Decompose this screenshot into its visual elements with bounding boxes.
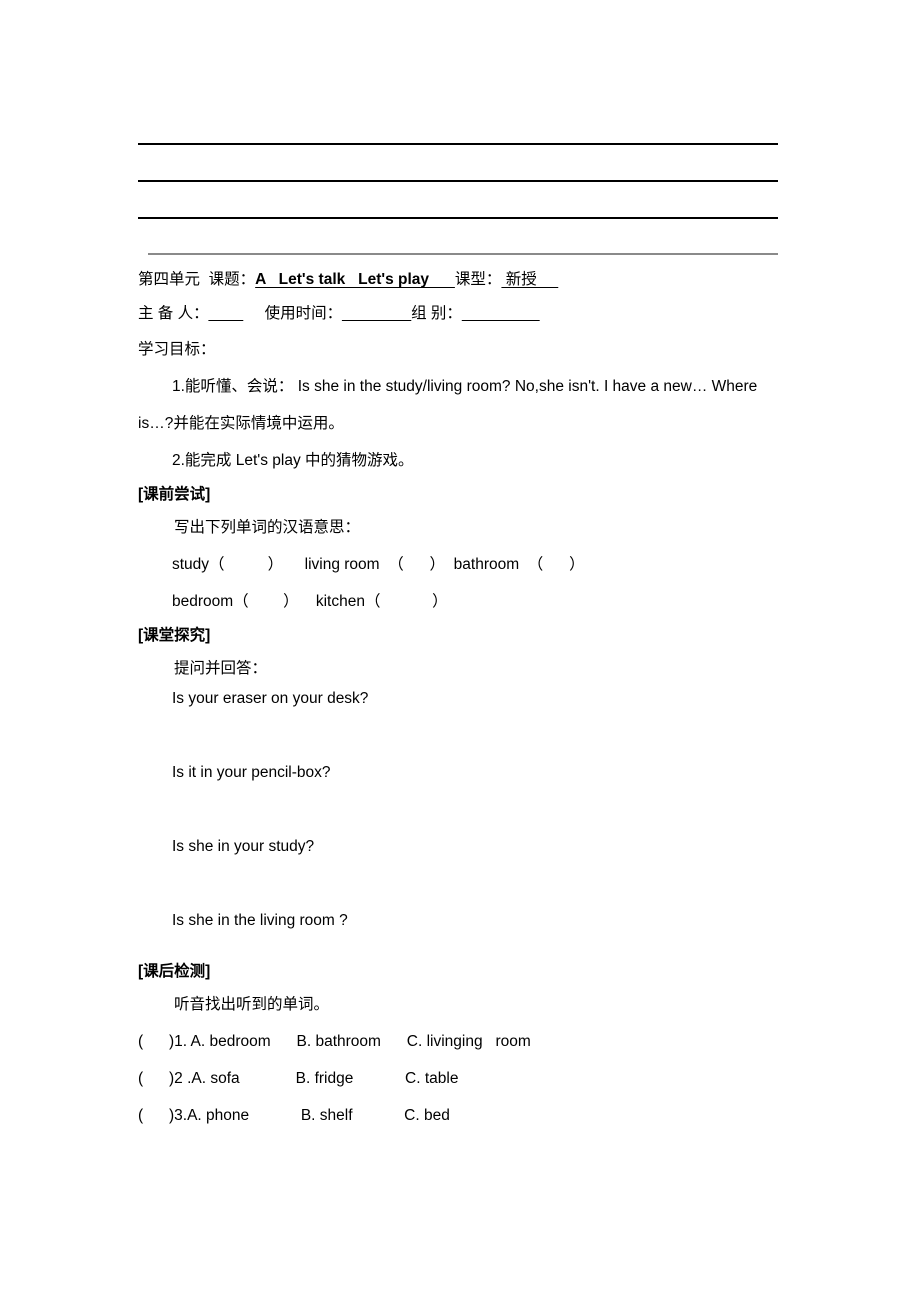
worksheet-page: 第四单元 课题：A Let's talk Let's play 课型： 新授 主…	[0, 0, 920, 1302]
preparer-label: 主 备 人：	[138, 305, 209, 322]
listening-option-row[interactable]: ( )3.A. phone B. shelf C. bed	[138, 1097, 786, 1134]
blank-ruled-lines	[138, 130, 778, 255]
practice-question: Is your eraser on your desk?	[172, 690, 369, 707]
vocab-row[interactable]: study（ ） living room （ ） bathroom （ ）	[138, 546, 786, 583]
answer-space[interactable]	[138, 785, 786, 835]
section-heading-in-class: [课堂探究]	[138, 627, 211, 644]
objective-item-1: 1.能听懂、会说： Is she in the study/living roo…	[138, 378, 758, 432]
preparer-info-line: 主 备 人：____ 使用时间：________组 别：_________	[138, 299, 786, 336]
blank-rule-1	[138, 143, 778, 145]
use-time-label: 使用时间：	[243, 305, 343, 322]
blank-rule-2	[138, 180, 778, 182]
unit-label: 第四单元	[138, 271, 201, 288]
answer-space[interactable]	[138, 711, 786, 761]
objective-item-2: 2.能完成 Let's play 中的猜物游戏。	[172, 452, 414, 469]
listening-option-row[interactable]: ( )2 .A. sofa B. fridge C. table	[138, 1060, 786, 1097]
pre-class-instruction: 写出下列单词的汉语意思：	[174, 519, 361, 536]
topic-value: A Let's talk Let's play	[255, 271, 455, 288]
group-blank[interactable]: _________	[462, 305, 540, 322]
lesson-type-label: 课型：	[454, 271, 502, 288]
post-class-instruction: 听音找出听到的单词。	[174, 996, 330, 1013]
blank-rule-4	[148, 253, 778, 255]
topic-label: 课题：	[200, 271, 256, 288]
worksheet-content: 第四单元 课题：A Let's talk Let's play 课型： 新授 主…	[138, 266, 786, 1134]
in-class-instruction: 提问并回答：	[174, 660, 268, 677]
group-label: 组 别：	[411, 305, 462, 322]
section-heading-pre-class: [课前尝试]	[138, 486, 211, 503]
lesson-title-line: 第四单元 课题：A Let's talk Let's play 课型： 新授	[138, 266, 786, 299]
listening-option-row[interactable]: ( )1. A. bedroom B. bathroom C. livingin…	[138, 1023, 786, 1060]
answer-space[interactable]	[138, 859, 786, 909]
lesson-type-value: 新授	[501, 271, 559, 288]
use-time-blank[interactable]: ________	[342, 305, 411, 322]
blank-rule-3	[138, 217, 778, 219]
objectives-heading: 学习目标：	[138, 341, 216, 358]
preparer-blank[interactable]: ____	[209, 305, 243, 322]
practice-question: Is she in the living room ?	[172, 912, 348, 929]
practice-question: Is she in your study?	[172, 838, 315, 855]
practice-question: Is it in your pencil-box?	[172, 764, 331, 781]
section-heading-post-class: [课后检测]	[138, 963, 211, 980]
vocab-row[interactable]: bedroom（ ） kitchen（ ）	[138, 583, 786, 620]
